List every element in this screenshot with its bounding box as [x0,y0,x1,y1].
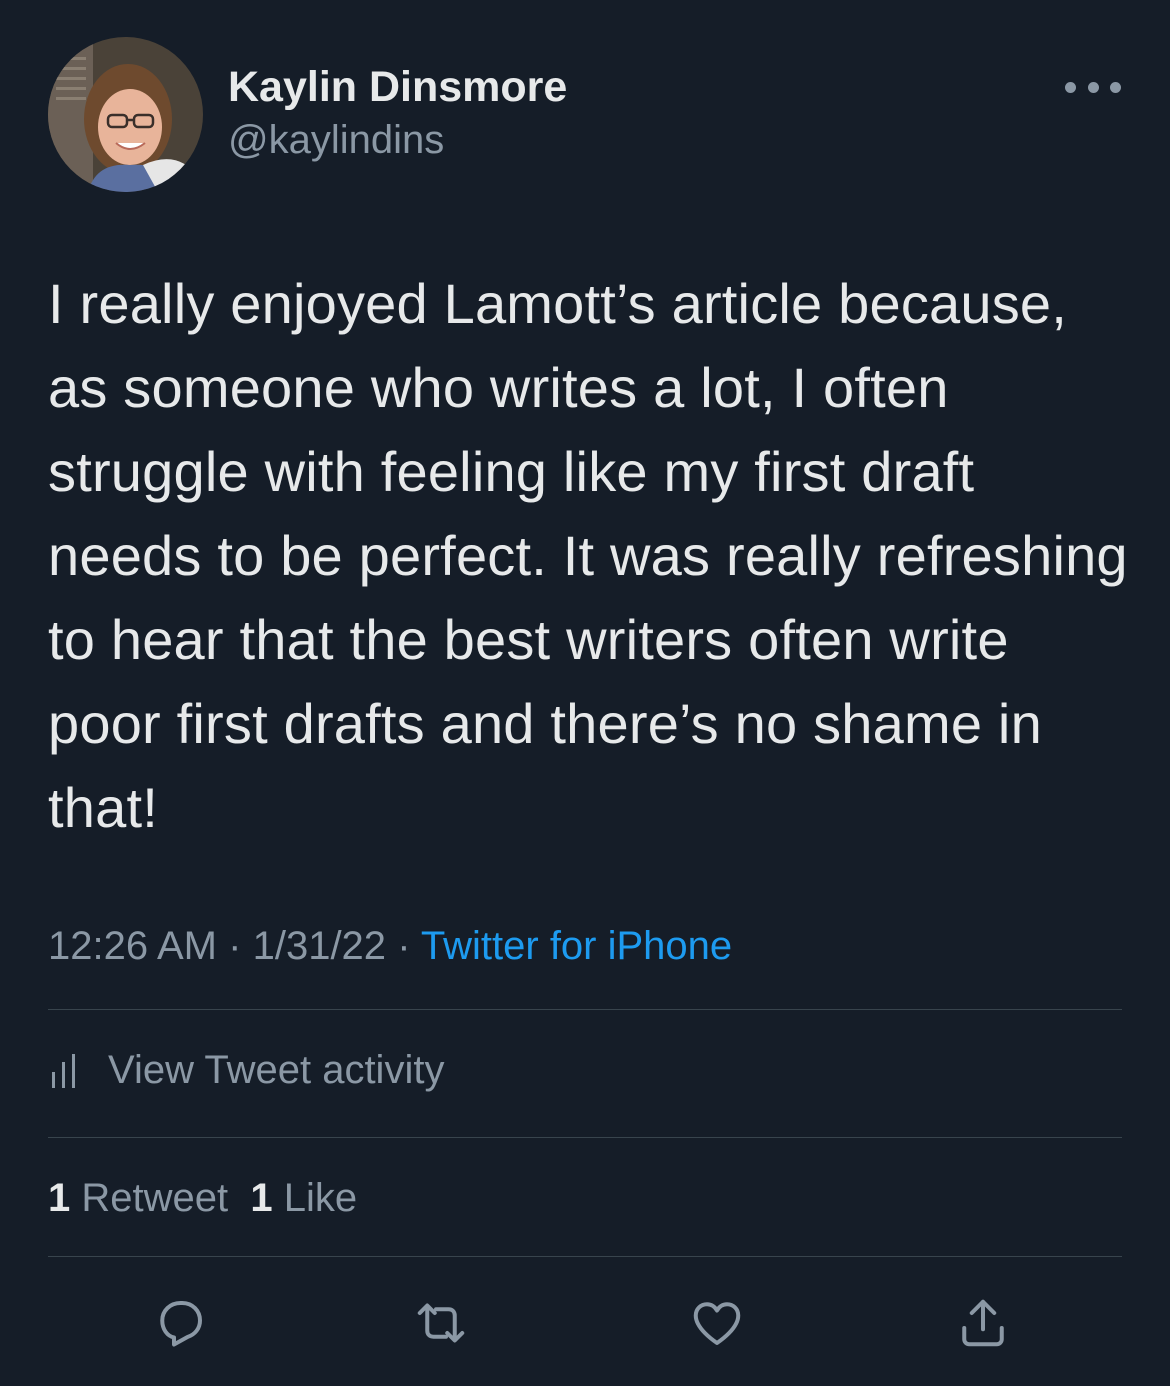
likes-stat[interactable]: 1 Like [250,1176,357,1220]
divider [48,1256,1122,1257]
engagement-stats: 1 Retweet 1 Like [48,1170,357,1226]
share-button[interactable] [950,1290,1016,1356]
more-options-button[interactable] [1065,72,1121,102]
bar-chart-icon [52,1054,75,1088]
retweet-icon [417,1303,465,1343]
profile-photo-icon [48,37,203,192]
author-handle[interactable]: @kaylindins [228,118,444,162]
view-activity-button[interactable]: View Tweet activity [48,1040,444,1100]
like-button[interactable] [684,1290,750,1356]
like-icon [693,1302,741,1345]
likes-label: Like [283,1176,358,1220]
tweet-source-link[interactable]: Twitter for iPhone [421,924,732,968]
retweets-stat[interactable]: 1 Retweet [48,1176,228,1220]
divider [48,1009,1122,1010]
retweets-label: Retweet [81,1176,229,1220]
tweet-time[interactable]: 12:26 AM [48,924,217,968]
meta-separator: · [397,924,411,968]
likes-count: 1 [250,1176,273,1220]
tweet-date[interactable]: 1/31/22 [253,924,386,968]
divider [48,1137,1122,1138]
author-name[interactable]: Kaylin Dinsmore [228,63,567,111]
view-activity-label: View Tweet activity [108,1047,445,1092]
more-dot-icon [1087,81,1099,93]
tweet-meta: 12:26 AM · 1/31/22 · Twitter for iPhone [48,920,732,972]
reply-button[interactable] [148,1290,214,1356]
avatar[interactable] [48,37,203,192]
share-icon [962,1299,1004,1347]
retweet-button[interactable] [408,1290,474,1356]
more-dot-icon [1065,81,1076,93]
reply-icon [160,1301,202,1347]
meta-separator: · [228,924,242,968]
retweets-count: 1 [48,1176,71,1220]
tweet-text: I really enjoyed Lamott’s article becaus… [48,272,1128,839]
more-dot-icon [1110,81,1121,93]
